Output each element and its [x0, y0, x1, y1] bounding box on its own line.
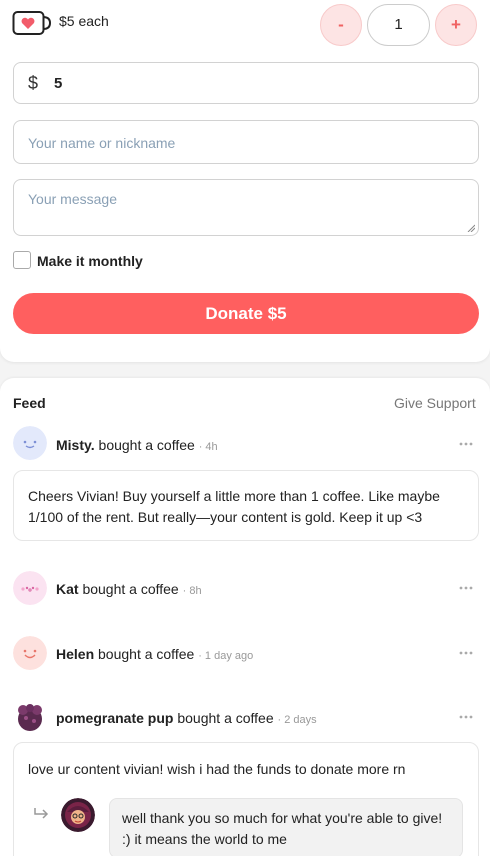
feed-item-pomegranate-pup: pomegranate pup bought a coffee · 2 days: [56, 710, 317, 726]
amount-input[interactable]: $ 5: [13, 62, 479, 104]
monthly-checkbox[interactable]: [13, 251, 31, 269]
more-options-icon[interactable]: [458, 585, 474, 591]
supporter-message: love ur content vivian! wish i had the f…: [28, 761, 406, 777]
more-options-icon[interactable]: [458, 650, 474, 656]
feed-title: Feed: [13, 395, 46, 411]
blushing-face-pink-icon: [13, 571, 47, 605]
supporter-name[interactable]: pomegranate pup: [56, 710, 173, 726]
quantity-minus-button[interactable]: -: [320, 4, 362, 46]
creator-reply: well thank you so much for what you're a…: [109, 798, 463, 856]
supporter-time: · 8h: [182, 585, 202, 597]
feed-item-misty: Misty. bought a coffee · 4h: [56, 437, 218, 453]
feed-item-helen: Helen bought a coffee · 1 day ago: [56, 646, 253, 662]
more-options-icon[interactable]: [458, 714, 474, 720]
smiley-face-peach-icon: [13, 636, 47, 670]
supporter-time: · 4h: [198, 441, 218, 453]
reply-arrow-icon: [34, 808, 49, 819]
supporter-name[interactable]: Kat: [56, 581, 79, 597]
creator-avatar-icon: [61, 798, 95, 832]
donate-button[interactable]: Donate $5: [13, 293, 479, 334]
quantity-input[interactable]: 1: [367, 4, 430, 46]
name-input[interactable]: Your name or nickname: [13, 120, 479, 164]
supporter-time: · 2 days: [277, 714, 317, 726]
message-textarea[interactable]: Your message: [13, 179, 479, 236]
resize-grip-icon[interactable]: [467, 224, 475, 232]
monthly-label: Make it monthly: [37, 253, 143, 269]
supporter-action: bought a coffee: [78, 581, 179, 597]
message-placeholder: Your message: [28, 191, 117, 207]
supporter-action: bought a coffee: [94, 437, 195, 453]
pomegranate-avatar-icon: [13, 700, 47, 734]
supporter-action: bought a coffee: [94, 646, 195, 662]
supporter-message: Cheers Vivian! Buy yourself a little mor…: [13, 470, 479, 541]
feed-item-kat: Kat bought a coffee · 8h: [56, 581, 202, 597]
coffee-cup-heart-icon: [12, 11, 52, 35]
dollar-icon: $: [28, 73, 39, 93]
supporter-time: · 1 day ago: [198, 650, 254, 662]
more-options-icon[interactable]: [458, 441, 474, 447]
price-label: $5 each: [59, 13, 109, 29]
supporter-action: bought a coffee: [173, 710, 274, 726]
quantity-plus-button[interactable]: +: [435, 4, 477, 46]
give-support-link[interactable]: Give Support: [394, 395, 476, 411]
smiley-face-blue-icon: [13, 426, 47, 460]
amount-value: 5: [54, 75, 63, 92]
supporter-name[interactable]: Misty.: [56, 437, 95, 453]
name-placeholder: Your name or nickname: [28, 135, 176, 151]
supporter-name[interactable]: Helen: [56, 646, 94, 662]
